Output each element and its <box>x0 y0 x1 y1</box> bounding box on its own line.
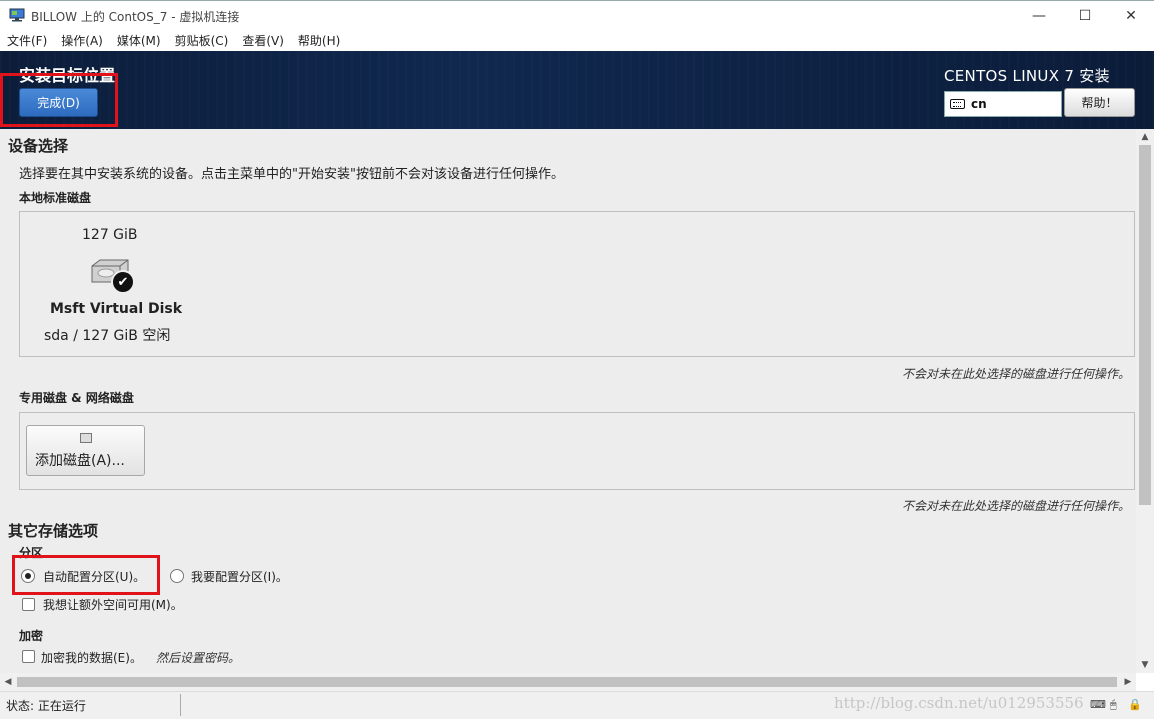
menu-file[interactable]: 文件(F) <box>7 30 54 51</box>
menu-view[interactable]: 查看(V) <box>242 30 291 51</box>
device-selection-description: 选择要在其中安装系统的设备。点击主菜单中的"开始安装"按钮前不会对该设备进行任何… <box>19 167 564 182</box>
keyboard-tray-icon: ⌨ <box>1090 698 1106 711</box>
maximize-button[interactable]: ☐ <box>1062 1 1108 31</box>
disk-free-space: sda / 127 GiB 空闲 <box>44 328 171 344</box>
horizontal-scroll-thumb[interactable] <box>17 677 1117 687</box>
scroll-left-arrow-icon[interactable]: ◀ <box>0 673 16 691</box>
highlight-box-done <box>0 73 118 127</box>
device-selection-heading: 设备选择 <box>8 137 69 155</box>
disk-sda[interactable]: 127 GiB ✔ Msft Virtual Disk sda / 127 Gi… <box>32 224 192 344</box>
highlight-box-partition <box>12 555 160 595</box>
keyboard-layout-indicator[interactable]: cn <box>944 91 1062 117</box>
encrypt-data-checkbox[interactable] <box>22 650 35 663</box>
installation-destination-panel: 设备选择 选择要在其中安装系统的设备。点击主菜单中的"开始安装"按钮前不会对该设… <box>0 129 1136 673</box>
menu-help[interactable]: 帮助(H) <box>298 30 347 51</box>
disk-name: Msft Virtual Disk <box>50 301 183 317</box>
status-divider <box>180 694 181 716</box>
manual-partition-label[interactable]: 我要配置分区(I)。 <box>191 568 288 585</box>
watermark-text: http://blog.csdn.net/u012953556 <box>834 694 1084 712</box>
window-titlebar: BILLOW 上的 ContOS_7 - 虚拟机连接 — ☐ ✕ <box>0 0 1154 30</box>
local-disks-label: 本地标准磁盘 <box>19 191 92 205</box>
encrypt-data-label[interactable]: 加密我的数据(E)。 <box>41 649 142 666</box>
local-disks-note: 不会对未在此处选择的磁盘进行任何操作。 <box>901 367 1130 381</box>
installer-header: 安装目标位置 完成(D) CENTOS LINUX 7 安装 cn 帮助！ <box>0 51 1154 129</box>
disk-small-icon <box>80 433 92 443</box>
encrypt-hint: 然后设置密码。 <box>156 651 241 665</box>
status-bar: 状态: 正在运行 http://blog.csdn.net/u012953556… <box>0 691 1154 719</box>
scroll-up-arrow-icon[interactable]: ▲ <box>1136 129 1154 145</box>
product-title: CENTOS LINUX 7 安装 <box>944 67 1110 85</box>
window-title: BILLOW 上的 ContOS_7 - 虚拟机连接 <box>31 10 240 24</box>
other-storage-heading: 其它存储选项 <box>8 522 99 540</box>
menu-bar: 文件(F) 操作(A) 媒体(M) 剪贴板(C) 查看(V) 帮助(H) <box>0 30 1154 51</box>
vertical-scrollbar[interactable]: ▲ ▼ <box>1136 129 1154 673</box>
help-button[interactable]: 帮助！ <box>1064 88 1135 117</box>
keyboard-layout-label: cn <box>971 97 987 111</box>
manual-partition-radio[interactable] <box>170 569 184 583</box>
specialized-disks-label: 专用磁盘 & 网络磁盘 <box>19 391 134 405</box>
extra-space-label[interactable]: 我想让额外空间可用(M)。 <box>43 596 183 613</box>
specialized-disks-note: 不会对未在此处选择的磁盘进行任何操作。 <box>901 499 1130 513</box>
menu-clipboard[interactable]: 剪贴板(C) <box>175 30 236 51</box>
menu-action[interactable]: 操作(A) <box>61 30 110 51</box>
add-disk-button[interactable]: 添加磁盘(A)... <box>26 425 145 476</box>
header-background <box>0 51 1154 129</box>
lock-tray-icon: 🔒 <box>1128 698 1142 711</box>
local-disks-panel: 127 GiB ✔ Msft Virtual Disk sda / 127 Gi… <box>19 211 1135 357</box>
specialized-disks-panel: 添加磁盘(A)... <box>19 412 1135 490</box>
disk-size: 127 GiB <box>82 227 138 243</box>
minimize-button[interactable]: — <box>1016 1 1062 31</box>
horizontal-scrollbar[interactable]: ◀ ▶ <box>0 673 1136 691</box>
vm-status-text: 状态: 正在运行 <box>6 699 86 713</box>
extra-space-checkbox[interactable] <box>22 598 35 611</box>
mouse-tray-icon: 🖱 <box>1110 698 1117 711</box>
close-button[interactable]: ✕ <box>1108 1 1154 31</box>
vm-connection-icon <box>9 8 25 22</box>
keyboard-icon <box>950 99 965 109</box>
vertical-scroll-thumb[interactable] <box>1139 145 1151 505</box>
add-disk-label: 添加磁盘(A)... <box>35 453 125 469</box>
selected-check-icon: ✔ <box>111 270 135 294</box>
encryption-label: 加密 <box>19 629 44 643</box>
scroll-down-arrow-icon[interactable]: ▼ <box>1136 657 1154 673</box>
scroll-right-arrow-icon[interactable]: ▶ <box>1120 673 1136 691</box>
menu-media[interactable]: 媒体(M) <box>117 30 168 51</box>
